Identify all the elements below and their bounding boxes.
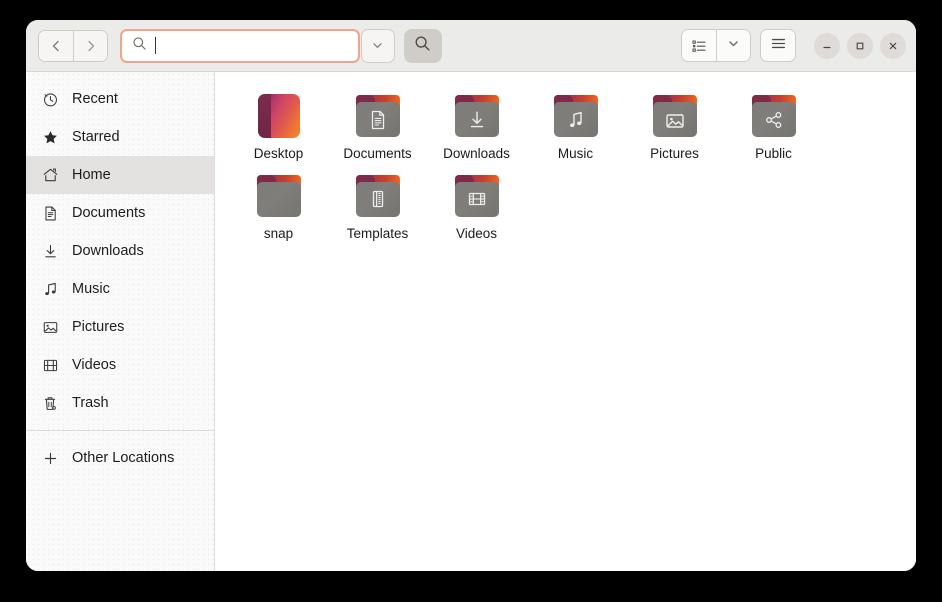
folder-music-icon [552, 92, 600, 140]
file-item-videos[interactable]: Videos [427, 166, 526, 246]
minimize-button[interactable] [814, 33, 840, 59]
folder-documents-icon [354, 92, 402, 140]
search-icon [132, 36, 147, 56]
file-item-label: Documents [343, 147, 411, 162]
sidebar-item-label: Trash [72, 395, 109, 411]
file-item-label: Videos [456, 227, 497, 242]
file-item-desktop[interactable]: Desktop [229, 86, 328, 166]
folder-videos-icon [453, 172, 501, 220]
view-mode-buttons [681, 29, 751, 62]
sidebar-item-starred[interactable]: Starred [26, 118, 214, 156]
chevron-down-icon [727, 37, 740, 55]
back-button[interactable] [39, 31, 73, 61]
file-item-templates[interactable]: Templates [328, 166, 427, 246]
hamburger-menu-icon [770, 35, 787, 57]
sidebar-item-label: Pictures [72, 319, 124, 335]
folder-plain-icon [255, 172, 303, 220]
path-dropdown-button[interactable] [361, 29, 395, 63]
text-cursor [155, 37, 156, 54]
file-item-label: Pictures [650, 147, 699, 162]
image-icon [42, 319, 59, 336]
maximize-button[interactable] [847, 33, 873, 59]
file-item-label: Templates [347, 227, 409, 242]
folder-pictures-icon [651, 92, 699, 140]
search-toggle-button[interactable] [404, 29, 442, 63]
file-item-label: snap [264, 227, 293, 242]
sidebar-item-label: Recent [72, 91, 118, 107]
sidebar-item-videos[interactable]: Videos [26, 346, 214, 384]
sidebar-item-other-locations[interactable]: Other Locations [26, 439, 214, 477]
clock-icon [42, 91, 59, 108]
search-input[interactable] [120, 29, 360, 63]
window-headerbar [26, 20, 916, 72]
sidebar-item-label: Videos [72, 357, 116, 373]
window-controls [814, 33, 906, 59]
sidebar-item-music[interactable]: Music [26, 270, 214, 308]
sidebar-item-label: Music [72, 281, 110, 297]
places-sidebar: Recent Starred [26, 72, 215, 571]
icon-grid-view: Desktop [229, 86, 916, 246]
file-item-public[interactable]: Public [724, 86, 823, 166]
forward-button[interactable] [73, 31, 107, 61]
sidebar-item-label: Documents [72, 205, 145, 221]
location-search-container [120, 29, 360, 63]
sidebar-item-documents[interactable]: Documents [26, 194, 214, 232]
sidebar-item-label: Starred [72, 129, 120, 145]
file-item-pictures[interactable]: Pictures [625, 86, 724, 166]
wallpaper-thumbnail-icon [255, 92, 303, 140]
sidebar-item-label: Other Locations [72, 450, 174, 466]
file-item-documents[interactable]: Documents [328, 86, 427, 166]
music-note-icon [42, 281, 59, 298]
document-icon [42, 205, 59, 222]
view-options-dropdown-button[interactable] [716, 30, 750, 61]
sidebar-divider [26, 430, 214, 431]
sidebar-item-trash[interactable]: Trash [26, 384, 214, 422]
sidebar-item-label: Downloads [72, 243, 144, 259]
folder-downloads-icon [453, 92, 501, 140]
file-content-area[interactable]: Desktop [215, 72, 916, 571]
download-icon [42, 243, 59, 260]
file-item-snap[interactable]: snap [229, 166, 328, 246]
sidebar-item-pictures[interactable]: Pictures [26, 308, 214, 346]
folder-public-icon [750, 92, 798, 140]
file-item-label: Public [755, 147, 792, 162]
folder-templates-icon [354, 172, 402, 220]
file-item-label: Music [558, 147, 593, 162]
sidebar-item-downloads[interactable]: Downloads [26, 232, 214, 270]
window-body: Recent Starred [26, 72, 916, 571]
plus-icon [42, 450, 59, 467]
file-item-downloads[interactable]: Downloads [427, 86, 526, 166]
file-manager-window: Recent Starred [26, 20, 916, 571]
trash-icon [42, 395, 59, 412]
close-button[interactable] [880, 33, 906, 59]
sidebar-item-home[interactable]: Home [26, 156, 214, 194]
sidebar-item-recent[interactable]: Recent [26, 80, 214, 118]
main-menu-button[interactable] [760, 29, 796, 62]
file-item-label: Desktop [254, 147, 304, 162]
file-item-music[interactable]: Music [526, 86, 625, 166]
star-icon [42, 129, 59, 146]
sidebar-item-label: Home [72, 167, 111, 183]
navigation-buttons [38, 30, 108, 62]
desktop-background: Recent Starred [0, 0, 942, 602]
list-view-button[interactable] [682, 30, 716, 61]
film-icon [42, 357, 59, 374]
file-item-label: Downloads [443, 147, 510, 162]
home-icon [42, 167, 59, 184]
search-icon [414, 35, 431, 57]
